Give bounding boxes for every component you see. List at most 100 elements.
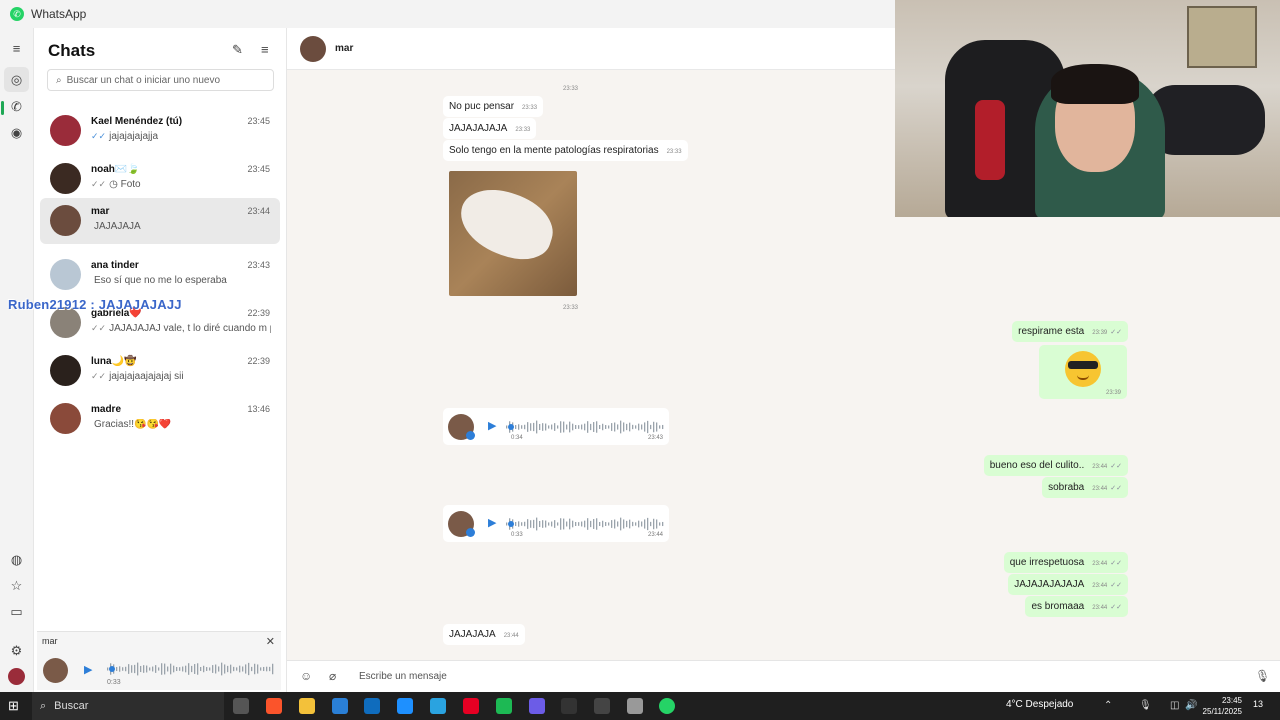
waveform-bar [599, 521, 601, 527]
close-icon[interactable]: ✕ [266, 635, 275, 648]
status-icon[interactable]: ◉ [8, 124, 25, 141]
waveform-bar [662, 521, 664, 527]
voice-message[interactable]: ▶ 0:33 23:44 [443, 505, 669, 542]
avatar [50, 259, 81, 290]
emoji-icon[interactable]: ☺ [300, 669, 312, 683]
message-bubble[interactable]: JAJAJAJAJAJA 23:44 ✓✓ [1008, 574, 1128, 595]
message-bubble[interactable]: respirame esta 23:39 ✓✓ [1012, 321, 1128, 342]
photos-icon[interactable] [397, 698, 413, 714]
store-icon[interactable] [332, 698, 348, 714]
chats-icon[interactable]: ◎ [4, 67, 29, 92]
search-input[interactable]: ⌕ Buscar un chat o iniciar uno nuevo [47, 69, 274, 91]
photo-message[interactable] [449, 171, 577, 296]
chat-time: 23:44 [247, 206, 270, 216]
message-bubble[interactable]: es bromaaa 23:44 ✓✓ [1025, 596, 1128, 617]
telegram-icon[interactable] [430, 698, 446, 714]
starred-icon[interactable]: ☆ [8, 577, 25, 594]
new-chat-icon[interactable]: ✎ [232, 42, 243, 58]
brave-icon[interactable] [266, 698, 282, 714]
waveform-bar [554, 520, 556, 528]
attach-icon[interactable]: ⌀ [329, 669, 336, 683]
message-bubble[interactable]: que irrespetuosa 23:44 ✓✓ [1003, 552, 1128, 573]
notifications-badge[interactable]: 13 [1253, 699, 1263, 709]
message-bubble[interactable]: No puc pensar 23:33 [443, 96, 544, 117]
taskbar-search-label: Buscar [54, 700, 89, 712]
task-view-icon[interactable] [233, 698, 249, 714]
chat-preview: ✓✓ jajajajajajja [91, 131, 271, 142]
files-icon[interactable] [299, 698, 315, 714]
waveform-bar [239, 665, 241, 673]
chat-name: madre [91, 404, 122, 415]
play-icon[interactable]: ▶ [84, 663, 92, 676]
waveform-bar [146, 665, 148, 673]
waveform[interactable] [506, 517, 664, 531]
waveform-bar [641, 521, 643, 527]
discord-icon[interactable] [529, 698, 545, 714]
system-clock[interactable]: 23:45 25/11/2025 [1196, 695, 1242, 717]
avatar[interactable] [300, 36, 326, 62]
waveform[interactable] [506, 420, 664, 434]
wifi-icon[interactable]: ◫ [1170, 700, 1179, 711]
waveform-bar [554, 423, 556, 431]
communities-icon[interactable]: ◍ [8, 551, 25, 568]
microphone-icon[interactable]: 🎙 [1255, 669, 1270, 683]
chat-list-item[interactable]: Kael Menéndez (tú) 23:45 ✓✓ jajajajajajja [40, 108, 280, 154]
pinterest-icon[interactable] [463, 698, 479, 714]
waveform-bar [530, 520, 532, 528]
waveform[interactable] [107, 662, 275, 676]
waveform-bar [575, 521, 577, 527]
waveform-bar [116, 666, 118, 672]
capcut-icon[interactable] [561, 698, 577, 714]
message-bubble[interactable]: sobraba 23:44 ✓✓ [1042, 477, 1128, 498]
play-icon[interactable]: ▶ [488, 516, 496, 529]
message-time: 23:44 [1092, 561, 1108, 567]
play-icon[interactable]: ▶ [488, 419, 496, 432]
waveform-bar [506, 425, 508, 429]
outlook-icon[interactable] [364, 698, 380, 714]
chat-list-item[interactable]: madre 13:46 Gracias!!😘😘❤️ [40, 396, 280, 442]
settings-icon[interactable]: ⚙ [8, 642, 25, 659]
message-text: Solo tengo en la mente patologías respir… [449, 145, 659, 156]
archived-icon[interactable]: ▭ [8, 603, 25, 620]
message-bubble[interactable]: Solo tengo en la mente patologías respir… [443, 140, 688, 161]
message-text: JAJAJAJA [449, 629, 496, 640]
clock-time: 23:45 [1221, 696, 1242, 705]
message-bubble[interactable]: bueno eso del culito.. 23:44 ✓✓ [983, 455, 1128, 476]
emoji-message[interactable]: 23:39 [1039, 345, 1127, 399]
profile-avatar[interactable] [8, 668, 25, 685]
message-time: 23:44 [503, 633, 519, 639]
whatsapp-icon[interactable] [659, 698, 675, 714]
message-input[interactable]: Escribe un mensaje [359, 671, 447, 682]
chair-accent [975, 100, 1005, 180]
waveform-bar [623, 422, 625, 432]
waveform-bar [578, 522, 580, 526]
app-icon[interactable] [627, 698, 643, 714]
waveform-bar [212, 665, 214, 673]
tray-chevron-icon[interactable]: ⌃ [1104, 700, 1112, 711]
voice-message[interactable]: ▶ 0:34 23:43 [443, 408, 669, 445]
calls-icon[interactable]: ✆ [8, 98, 25, 115]
message-text: No puc pensar [449, 101, 515, 112]
waveform-bar [629, 519, 631, 529]
waveform-bar [644, 519, 646, 529]
active-indicator [1, 101, 4, 115]
weather-widget[interactable]: 4°C Despejado [1006, 699, 1073, 710]
obs-icon[interactable] [594, 698, 610, 714]
waveform-bar [539, 423, 541, 431]
chat-list-item[interactable]: luna🌙🤠 22:39 ✓✓ jajajajaajajajaj sii [40, 348, 280, 394]
chat-list-item[interactable]: ana tinder 23:43 Eso sí que no me lo esper… [40, 252, 280, 298]
chat-list-item[interactable]: mar 23:44 JAJAJAJA [40, 198, 280, 244]
microphone-icon[interactable]: 🎙 [1139, 700, 1152, 711]
message-bubble[interactable]: JAJAJAJAJA 23:33 [443, 118, 537, 139]
waveform-bar [572, 423, 574, 431]
windows-start-icon[interactable]: ⊞ [8, 699, 22, 713]
message-bubble[interactable]: JAJAJAJA 23:44 [443, 624, 525, 645]
waveform-bar [578, 425, 580, 429]
waveform-bar [659, 522, 661, 526]
menu-icon[interactable]: ≡ [8, 40, 25, 57]
read-ticks-icon: ✓✓ [91, 371, 107, 381]
chat-list-item[interactable]: noah✉️🍃 23:45 ✓✓ ◷ Foto [40, 156, 280, 202]
spotify-icon[interactable] [496, 698, 512, 714]
filter-icon[interactable]: ≡ [261, 42, 269, 57]
taskbar-search[interactable]: ⌕ Buscar [32, 692, 224, 720]
